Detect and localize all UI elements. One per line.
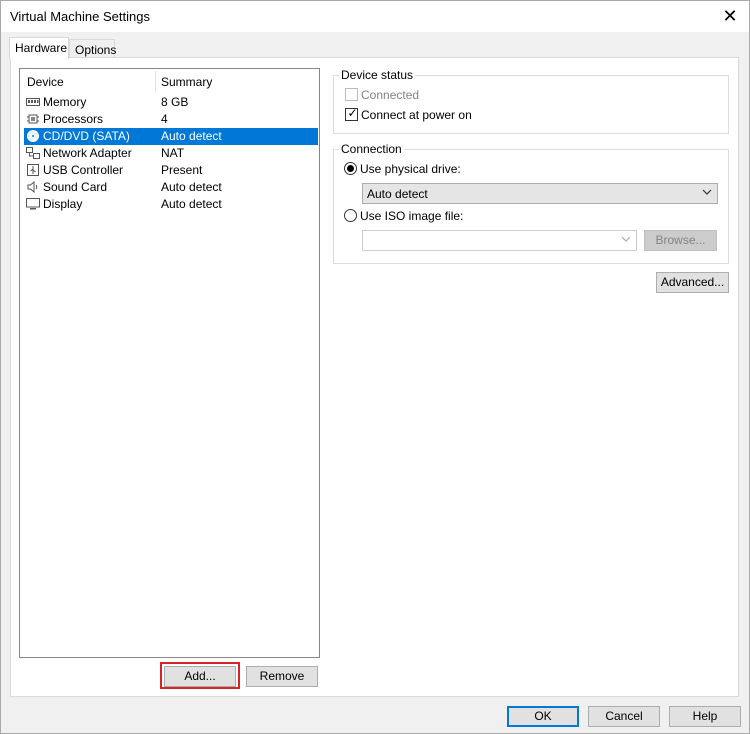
processor-icon (27, 114, 39, 124)
physical-drive-value: Auto detect (367, 187, 428, 201)
checkmark-icon: ✓ (347, 106, 358, 120)
use-iso-image-radio[interactable] (344, 209, 357, 222)
device-row-network-adapter[interactable]: Network Adapter NAT (24, 145, 318, 162)
device-name: Display (43, 197, 83, 211)
device-list[interactable]: Device Summary Memory 8 GB Processors 4 … (19, 68, 320, 658)
device-row-processors[interactable]: Processors 4 (24, 111, 318, 128)
cancel-button[interactable]: Cancel (588, 706, 660, 727)
tab-hardware-label: Hardware (15, 41, 68, 55)
column-header-device[interactable]: Device (27, 75, 64, 89)
device-name: Memory (43, 95, 87, 109)
tab-options[interactable]: Options (69, 39, 117, 59)
use-iso-image-label: Use ISO image file: (360, 209, 464, 223)
device-name: Sound Card (43, 180, 108, 194)
remove-hardware-button[interactable]: Remove (246, 666, 318, 687)
monitor-icon (26, 198, 40, 210)
device-name: USB Controller (43, 163, 124, 177)
use-physical-drive-radio[interactable] (344, 162, 357, 175)
chevron-down-icon (621, 236, 631, 242)
connected-label: Connected (361, 88, 420, 102)
device-status-title: Device status (339, 68, 416, 82)
device-row-cd-dvd[interactable]: CD/DVD (SATA) Auto detect (24, 128, 318, 145)
device-summary: 8 GB (161, 95, 189, 109)
connected-checkbox[interactable] (345, 88, 358, 101)
device-row-display[interactable]: Display Auto detect (24, 196, 318, 213)
tab-options-label: Options (75, 43, 117, 57)
network-adapter-icon (26, 147, 40, 159)
device-name: Network Adapter (43, 146, 132, 160)
speaker-icon (27, 181, 38, 193)
device-name: CD/DVD (SATA) (43, 129, 130, 143)
physical-drive-select[interactable]: Auto detect (362, 183, 718, 204)
memory-icon (26, 98, 40, 106)
tab-hardware[interactable]: Hardware (9, 37, 69, 59)
device-row-memory[interactable]: Memory 8 GB (24, 94, 318, 111)
device-summary: Auto detect (161, 180, 222, 194)
device-name: Processors (43, 112, 104, 126)
device-summary: Auto detect (161, 129, 222, 143)
device-summary: Present (161, 163, 203, 177)
device-row-sound-card[interactable]: Sound Card Auto detect (24, 179, 318, 196)
ok-button[interactable]: OK (507, 706, 579, 727)
usb-icon (27, 164, 39, 176)
close-icon[interactable]: ✕ (719, 5, 741, 27)
device-summary: 4 (161, 112, 168, 126)
browse-button[interactable]: Browse... (644, 230, 717, 251)
iso-path-input[interactable] (362, 230, 637, 251)
device-row-usb-controller[interactable]: USB Controller Present (24, 162, 318, 179)
connection-title: Connection (339, 142, 404, 156)
advanced-button[interactable]: Advanced... (656, 272, 729, 293)
column-header-summary[interactable]: Summary (161, 75, 212, 89)
device-status-group (333, 75, 729, 134)
cd-dvd-icon (27, 130, 39, 142)
device-summary: NAT (161, 146, 185, 160)
chevron-down-icon (702, 189, 712, 195)
title-bar: Virtual Machine Settings ✕ (1, 1, 749, 32)
device-summary: Auto detect (161, 197, 222, 211)
add-hardware-button[interactable]: Add... (164, 666, 236, 687)
column-divider (155, 71, 156, 93)
window-title: Virtual Machine Settings (10, 9, 150, 24)
help-button[interactable]: Help (669, 706, 741, 727)
use-physical-drive-label: Use physical drive: (360, 162, 461, 176)
connect-at-power-on-checkbox[interactable]: ✓ (345, 106, 358, 121)
connect-at-power-on-label: Connect at power on (361, 108, 472, 122)
radio-selected-dot (347, 165, 354, 172)
